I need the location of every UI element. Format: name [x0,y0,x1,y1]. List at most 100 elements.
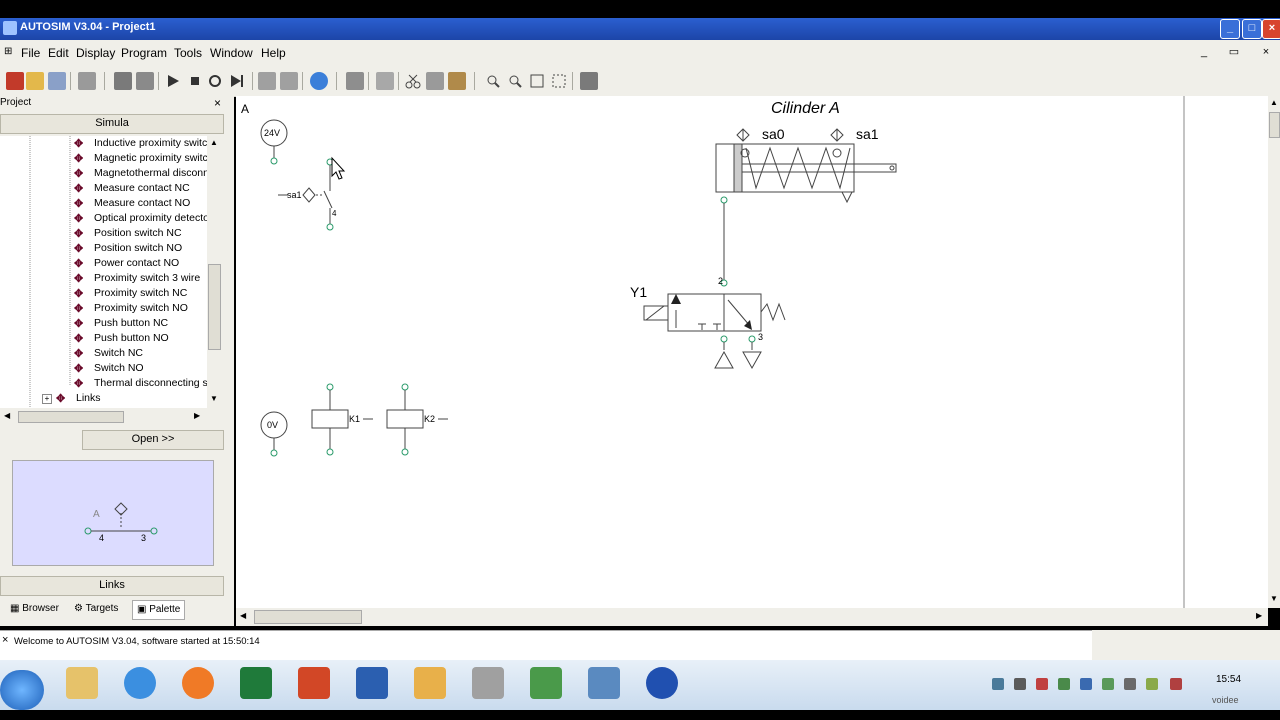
cut-icon[interactable] [404,72,422,90]
info-icon[interactable] [310,72,328,90]
valve-right-box[interactable] [723,293,762,332]
scroll-thumb[interactable] [208,264,221,350]
menu-display[interactable]: Display [76,46,115,60]
handshake-icon[interactable] [472,667,504,699]
preview-symbol [84,502,158,535]
print-icon[interactable] [78,72,96,90]
maximize-button[interactable]: □ [1242,19,1262,39]
component-icon: ✥ [74,348,84,360]
open-button[interactable]: Open >> [82,430,224,450]
menu-help[interactable]: Help [261,46,286,60]
scroll-left-icon[interactable]: ◀ [4,411,10,420]
tab-browser[interactable]: ▦ Browser [10,600,59,618]
scroll-thumb[interactable] [254,610,362,624]
stop-icon[interactable] [186,72,204,90]
tab-simula[interactable]: Simula [0,114,224,134]
save-icon[interactable] [48,72,66,90]
scroll-thumb[interactable] [1269,112,1280,138]
tree-scrollbar[interactable]: ▲ ▼ [207,136,221,408]
project-close-button[interactable]: × [214,96,221,110]
minimize-button[interactable]: _ [1220,19,1240,39]
scroll-up-icon[interactable]: ▲ [210,138,218,147]
zoom-out-icon[interactable] [506,72,524,90]
scroll-up-icon[interactable]: ▲ [1270,98,1278,107]
component-icon: ✥ [74,258,84,270]
step-icon[interactable] [228,72,246,90]
settings-icon[interactable] [136,72,154,90]
new-project-icon[interactable] [6,72,24,90]
network-icon[interactable] [1146,678,1158,690]
tree-hscrollbar[interactable]: ◀ ▶ [0,410,207,424]
tray-icon[interactable] [1036,678,1048,690]
switch-contact[interactable] [323,190,333,209]
autosim-icon[interactable] [646,667,678,699]
scroll-down-icon[interactable]: ▼ [210,394,218,403]
compile-icon[interactable] [114,72,132,90]
start-button[interactable] [0,670,44,710]
scroll-right-icon[interactable]: ▶ [1256,611,1262,620]
component-icon: ✥ [74,168,84,180]
zoom-in-icon[interactable] [484,72,502,90]
scroll-thumb[interactable] [18,411,124,423]
paste-icon[interactable] [448,72,466,90]
mdi-minimize-button[interactable]: _ [1196,45,1212,59]
message-close-icon[interactable]: × [2,634,8,646]
scroll-right-icon[interactable]: ▶ [194,411,200,420]
component-icon: ✥ [74,183,84,195]
copy-icon[interactable] [426,72,444,90]
pin-icon[interactable] [580,72,598,90]
tab-palette[interactable]: ▣ Palette [132,600,186,620]
close-button[interactable]: × [1262,19,1280,39]
coil-k2[interactable] [386,409,424,429]
tray-icon[interactable] [992,678,1004,690]
clock[interactable]: 15:54 [1216,674,1241,685]
volume-icon[interactable] [1170,678,1182,690]
menu-window[interactable]: Window [210,46,253,60]
tab-targets[interactable]: ⚙ Targets [74,600,118,618]
component-icon: ✥ [74,318,84,330]
tab-links[interactable]: Links [0,576,224,596]
tool2-icon[interactable] [280,72,298,90]
tray-icon[interactable] [1102,678,1114,690]
zoom-fit-icon[interactable] [528,72,546,90]
component-icon: ✥ [74,378,84,390]
app-icon[interactable] [530,667,562,699]
mdi-close-button[interactable]: × [1258,45,1274,59]
menu-file[interactable]: File [21,46,40,60]
expand-icon[interactable]: + [42,394,52,404]
powerpoint-icon[interactable] [298,667,330,699]
app-icon[interactable] [588,667,620,699]
mdi-restore-button[interactable]: ▭ [1226,45,1242,59]
tag-icon[interactable] [376,72,394,90]
menu-tools[interactable]: Tools [174,46,202,60]
diagram-canvas[interactable]: A Cilinder A sa0 sa1 Y1 2 3 24V 0V sa1 4… [236,96,1268,608]
tray-icon[interactable] [1080,678,1092,690]
run-icon[interactable] [164,72,182,90]
palette-icon: ▣ [137,604,150,615]
refresh-icon[interactable] [206,72,224,90]
menu-program[interactable]: Program [121,46,167,60]
canvas-vscrollbar[interactable]: ▲ ▼ [1268,96,1280,608]
open-folder-icon[interactable] [26,72,44,90]
tray-icon[interactable] [1058,678,1070,690]
app-icon[interactable] [414,667,446,699]
toolbar [0,66,1280,97]
excel-icon[interactable] [240,667,272,699]
mdi-icon[interactable]: ⊞ [4,46,12,57]
tray-icon[interactable] [1124,678,1136,690]
list-icon[interactable] [346,72,364,90]
explorer-icon[interactable] [66,667,98,699]
coil-k1[interactable] [311,409,349,429]
switch-label: sa1 [287,190,302,200]
canvas-hscrollbar[interactable]: ◀ ▶ [236,608,1268,626]
menu-edit[interactable]: Edit [48,46,69,60]
scroll-left-icon[interactable]: ◀ [240,611,246,620]
scroll-down-icon[interactable]: ▼ [1270,594,1278,603]
component-icon: ✥ [74,288,84,300]
ie-icon[interactable] [124,667,156,699]
tray-icon[interactable] [1014,678,1026,690]
word-icon[interactable] [356,667,388,699]
zoom-select-icon[interactable] [550,72,568,90]
tool-icon[interactable] [258,72,276,90]
media-player-icon[interactable] [182,667,214,699]
